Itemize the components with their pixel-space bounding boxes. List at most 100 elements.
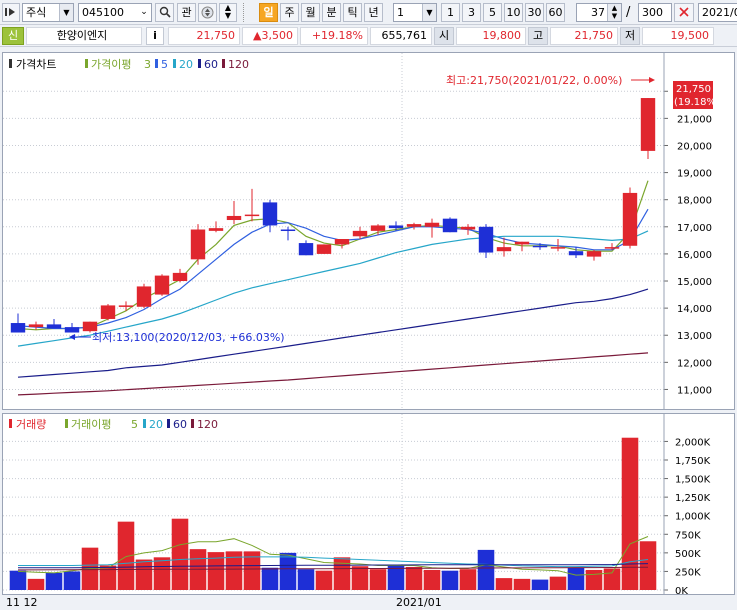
candle-body[interactable] [172,272,188,282]
sort-icon[interactable] [198,3,217,22]
chevron-down-icon[interactable]: ▼ [422,4,436,21]
interval-button-30[interactable]: 30 [525,3,544,22]
candle-body[interactable] [64,327,80,333]
volume-bar[interactable] [9,570,27,590]
chevron-down-icon[interactable]: ⌄ [137,4,151,21]
candle-body[interactable] [478,226,494,253]
candle-body[interactable] [100,305,116,319]
candle-body[interactable] [406,224,422,227]
period-tab-tick[interactable]: 틱 [343,3,362,22]
price-axis-label: 11,000 [677,385,712,396]
volume-bar[interactable] [135,559,153,590]
interval-button-60[interactable]: 60 [546,3,565,22]
volume-bar[interactable] [567,567,585,590]
info-icon[interactable]: i [146,27,164,45]
interval-button-10[interactable]: 10 [504,3,523,22]
volume-bar[interactable] [171,518,189,590]
candle-body[interactable] [46,324,62,329]
candle-body[interactable] [370,225,386,231]
magnifier-icon[interactable] [155,3,174,22]
volume-bar[interactable] [351,566,369,590]
stepper-icon[interactable]: ▲ ▼ [219,3,237,22]
volume-bar[interactable] [405,566,423,590]
candle-body[interactable] [622,192,638,246]
candle-body[interactable] [586,251,602,257]
volume-chart[interactable]: 2,000K 1,750K 1,500K 1,250K 1,000K 750K 500K 25… [3,414,734,597]
candle-body[interactable] [352,230,368,237]
candle-body[interactable] [154,275,170,295]
period-tab-month[interactable]: 월 [301,3,320,22]
volume-bar[interactable] [513,578,531,590]
volume-bar[interactable] [477,549,495,590]
candle-body[interactable] [208,228,224,231]
volume-bar[interactable] [639,541,657,590]
candle-body[interactable] [136,286,152,307]
candle-body[interactable] [442,218,458,233]
stock-code-input[interactable]: 045100 ⌄ [78,3,152,22]
volume-bar[interactable] [459,569,477,590]
volume-bar[interactable] [45,572,63,590]
candle-body[interactable] [298,243,314,256]
candle-body[interactable] [334,239,350,245]
candle-body[interactable] [460,226,476,230]
close-icon[interactable] [674,3,694,22]
volume-bar[interactable] [315,570,333,590]
candle-body[interactable] [82,321,98,332]
candle-body[interactable] [226,215,242,221]
period-tab-year[interactable]: 년 [364,3,383,22]
legend-marker-vma60 [167,419,170,428]
volume-bar[interactable] [333,557,351,590]
candle-body[interactable] [424,222,440,227]
date-input[interactable]: 2021/0 [698,3,737,22]
stepper-icon[interactable]: ▲ ▼ [607,4,621,21]
volume-bar[interactable] [549,576,567,590]
candle-body[interactable] [568,251,584,256]
total-count-input[interactable]: 300 [638,3,672,22]
candle-body[interactable] [262,202,278,226]
candle-body[interactable] [280,229,296,232]
period-tab-minute[interactable]: 분 [322,3,341,22]
volume-bar[interactable] [423,569,441,590]
candle-body[interactable] [28,324,44,328]
display-count-input[interactable]: 37 ▲ ▼ [576,3,622,22]
candle-body[interactable] [10,323,26,333]
arrow-right-bar-icon[interactable] [2,3,20,22]
candle-body[interactable] [550,247,566,249]
candle-body[interactable] [496,247,512,252]
high-arrow-head-icon [649,77,655,83]
volume-bar[interactable] [63,571,81,590]
volume-bar[interactable] [387,565,405,590]
volume-bar[interactable] [27,578,45,590]
interval-button-5[interactable]: 5 [483,3,502,22]
candle-body[interactable] [514,241,530,245]
candle-body[interactable] [532,245,548,248]
volume-bar[interactable] [603,568,621,590]
price-chart[interactable]: 22,00021,00020,00019,00018,00017,00016,0… [3,53,734,409]
volume-bar[interactable] [531,579,549,590]
candle-body[interactable] [190,229,206,260]
period-tab-week[interactable]: 주 [280,3,299,22]
price-axis-label: 18,000 [677,196,712,207]
chevron-down-icon[interactable]: ▼ [59,4,73,21]
volume-bar[interactable] [297,569,315,590]
candle-body[interactable] [118,305,134,307]
volume-bar[interactable] [585,569,603,590]
watchlist-button[interactable]: 관 [177,3,196,22]
market-select[interactable]: 주식 ▼ [22,3,74,22]
period-count-select[interactable]: 1 ▼ [393,3,437,22]
volume-bar[interactable] [153,557,171,590]
interval-button-1[interactable]: 1 [441,3,460,22]
candle-body[interactable] [640,98,656,151]
interval-button-3[interactable]: 3 [462,3,481,22]
volume-bar[interactable] [369,569,387,590]
candle-body[interactable] [316,244,332,254]
volume-bar[interactable] [261,567,279,590]
candle-body[interactable] [388,225,404,229]
volume-bar[interactable] [279,552,297,590]
candle-body[interactable] [604,247,620,249]
volume-axis-label: 1,750K [675,456,711,467]
volume-bar[interactable] [441,570,459,590]
volume-bar[interactable] [495,578,513,590]
period-tab-day[interactable]: 일 [259,3,278,22]
candle-body[interactable] [244,214,260,217]
